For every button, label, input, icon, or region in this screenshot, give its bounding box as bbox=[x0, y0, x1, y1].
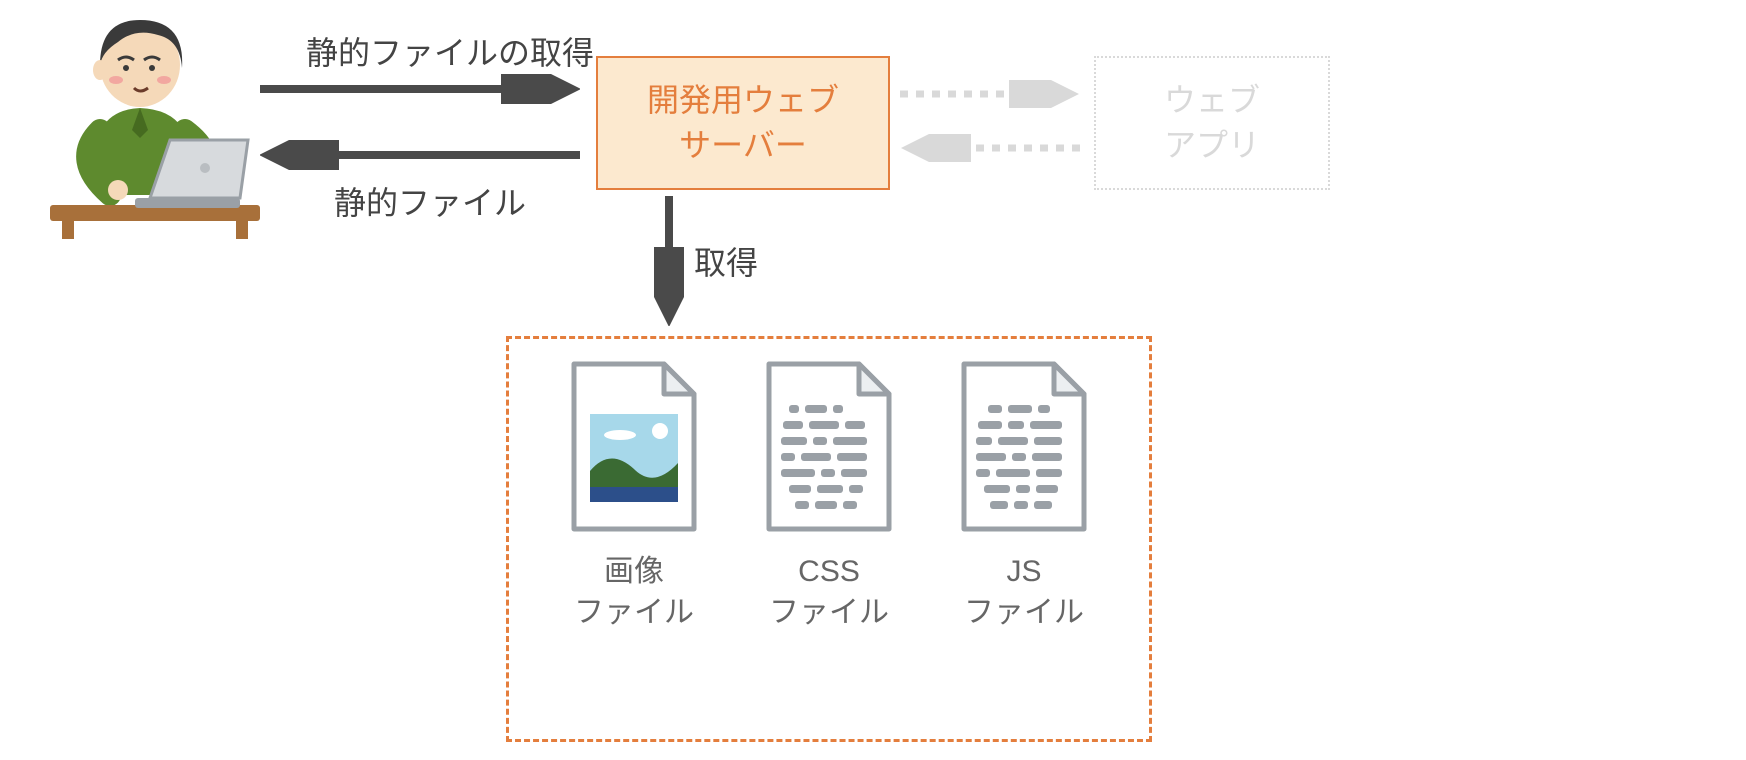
arrow-response bbox=[260, 140, 580, 170]
webapp-line1: ウェブ bbox=[1164, 82, 1260, 118]
label-request: 静的ファイルの取得 bbox=[300, 28, 600, 74]
server-line2: サーバー bbox=[679, 127, 807, 163]
server-line1: 開発用ウェブ bbox=[647, 82, 839, 118]
arrow-to-webapp bbox=[900, 80, 1080, 108]
webapp-line2: アプリ bbox=[1164, 127, 1260, 163]
file-css-l1: CSS bbox=[798, 555, 860, 588]
js-file: JS ファイル bbox=[954, 359, 1094, 633]
file-js-l1: JS bbox=[1006, 555, 1041, 588]
arrow-fetch bbox=[654, 196, 684, 326]
label-response: 静的ファイル bbox=[320, 178, 540, 224]
web-app-box: ウェブ アプリ bbox=[1094, 56, 1330, 190]
file-image-l1: 画像 bbox=[604, 555, 664, 588]
image-file-icon bbox=[564, 359, 704, 534]
label-fetch: 取得 bbox=[694, 238, 774, 284]
css-file: CSS ファイル bbox=[759, 359, 899, 633]
file-image-l2: ファイル bbox=[574, 596, 694, 629]
dev-web-server-box: 開発用ウェブ サーバー bbox=[596, 56, 890, 190]
arrow-request bbox=[260, 74, 580, 104]
file-css-l2: ファイル bbox=[769, 596, 889, 629]
arrow-from-webapp bbox=[900, 134, 1080, 162]
static-files-box: 画像 ファイル CSS ファイル bbox=[506, 336, 1152, 742]
js-file-icon bbox=[954, 359, 1094, 534]
image-file: 画像 ファイル bbox=[564, 359, 704, 633]
user-illustration bbox=[40, 10, 270, 245]
file-js-l2: ファイル bbox=[964, 596, 1084, 629]
css-file-icon bbox=[759, 359, 899, 534]
